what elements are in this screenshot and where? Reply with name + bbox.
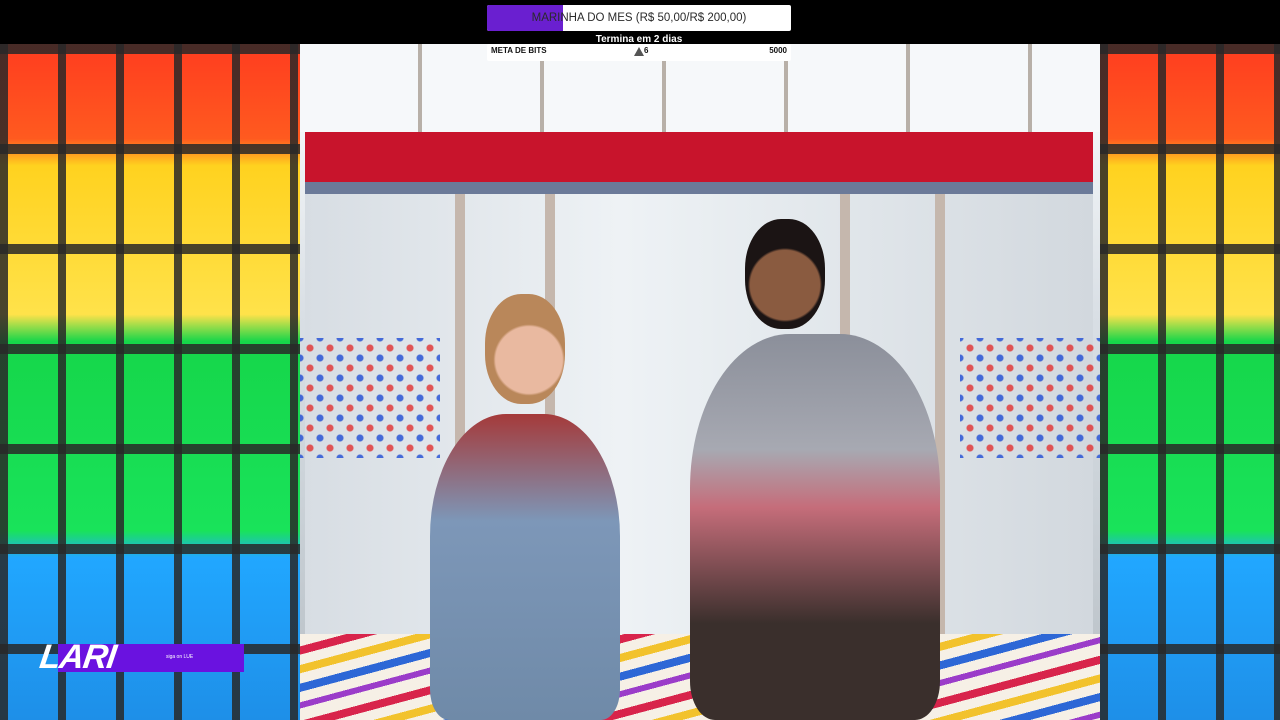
right-color-wall <box>1100 44 1280 720</box>
goal-label: MARINHA DO MES (R$ 50,00/R$ 200,00) <box>531 12 747 24</box>
bits-goal-bar: META DE BITS 6 5000 <box>487 44 791 61</box>
person-girl-head <box>485 294 565 404</box>
bits-target: 5000 <box>769 46 787 55</box>
video-frame[interactable] <box>0 44 1280 720</box>
dot-pattern-left <box>300 338 440 458</box>
person-girl <box>430 414 620 720</box>
bits-label: META DE BITS <box>491 46 547 55</box>
person-boy-head <box>745 219 825 329</box>
monthly-goal-bar: MARINHA DO MES (R$ 50,00/R$ 200,00) <box>487 5 791 31</box>
dot-pattern-right <box>960 338 1100 458</box>
bits-triangle-icon <box>634 47 644 56</box>
blue-trim <box>305 182 1093 194</box>
streamer-logo: LARI siga on LUE <box>37 638 280 678</box>
left-color-wall <box>0 44 300 720</box>
red-beam <box>305 132 1093 182</box>
person-boy <box>690 334 940 720</box>
logo-subtext: siga on LUE <box>166 654 194 660</box>
logo-text: LARI <box>37 638 119 676</box>
bits-current: 6 <box>644 46 649 55</box>
